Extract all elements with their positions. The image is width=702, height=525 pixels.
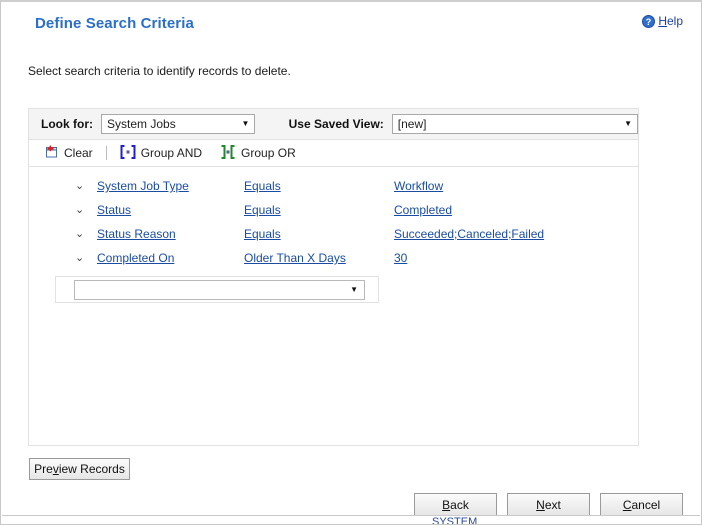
instruction-text: Select search criteria to identify recor… [28, 64, 291, 78]
saved-view-dropdown[interactable]: [new] ▼ [391, 114, 638, 134]
clear-criteria-icon [44, 144, 59, 162]
criteria-operator-link[interactable]: Older Than X Days [244, 251, 346, 265]
back-label-post: ack [450, 497, 469, 512]
criteria-field-link[interactable]: Status [97, 203, 131, 217]
status-bar-user: SYSTEM [432, 516, 478, 524]
next-label-post: ext [544, 497, 561, 512]
cancel-accel-char: C [622, 497, 632, 512]
table-row: ⌄ Completed On Older Than X Days 30 [29, 246, 638, 270]
preview-label-pre: Pre [34, 462, 53, 476]
new-criteria-field-dropdown[interactable]: ▼ [74, 279, 365, 300]
row-chevron-down-icon[interactable]: ⌄ [75, 228, 97, 240]
table-row: ⌄ Status Equals Completed [29, 198, 638, 222]
criteria-operator-link[interactable]: Equals [244, 179, 281, 193]
next-button[interactable]: Next [507, 493, 590, 516]
cancel-label-post: ancel [631, 497, 661, 512]
group-or-brackets-icon [220, 144, 236, 162]
clear-button[interactable]: Clear [40, 143, 97, 163]
criteria-toolbar: Clear Group AND Group OR [29, 140, 638, 167]
criteria-value-link[interactable]: Succeeded;Canceled;Failed [394, 227, 544, 241]
group-and-brackets-icon [120, 144, 136, 162]
criteria-operator-link[interactable]: Equals [244, 203, 281, 217]
toolbar-separator [105, 146, 107, 160]
group-and-label: Group AND [140, 146, 203, 160]
criteria-operator-link[interactable]: Equals [244, 227, 281, 241]
cancel-button[interactable]: Cancel [600, 493, 683, 516]
chevron-down-icon: ▼ [624, 119, 632, 128]
preview-label-post: iew Records [58, 462, 125, 476]
criteria-value-link[interactable]: Completed [394, 203, 452, 217]
next-accel-char: N [536, 497, 545, 512]
back-accel-char: B [442, 497, 451, 512]
help-accel-char: H [658, 14, 667, 28]
help-label-rest: elp [666, 14, 683, 28]
row-chevron-down-icon[interactable]: ⌄ [75, 180, 97, 192]
look-for-dropdown[interactable]: System Jobs ▼ [101, 114, 256, 134]
chevron-down-icon: ▼ [350, 284, 358, 294]
look-for-value: System Jobs [107, 117, 176, 131]
search-criteria-panel: Look for: System Jobs ▼ Use Saved View: … [28, 108, 639, 446]
new-criteria-row-cell: ▼ [55, 276, 379, 303]
page-title: Define Search Criteria [35, 15, 194, 32]
preview-records-button[interactable]: Pre v iew Records [29, 458, 130, 480]
help-circle-icon: ? [642, 14, 656, 28]
criteria-value-link[interactable]: Workflow [394, 179, 443, 193]
clear-label: Clear [64, 146, 93, 160]
group-or-button[interactable]: Group OR [216, 144, 300, 163]
help-link[interactable]: ? Help [642, 14, 683, 28]
help-label: Help [658, 14, 683, 28]
look-for-label: Look for: [41, 117, 93, 131]
criteria-field-link[interactable]: System Job Type [97, 179, 189, 193]
criteria-field-link[interactable]: Status Reason [97, 227, 176, 241]
saved-view-label: Use Saved View: [288, 117, 384, 131]
criteria-rows: ⌄ System Job Type Equals Workflow ⌄ Stat… [29, 167, 638, 303]
chevron-down-icon: ▼ [241, 119, 250, 128]
table-row: ⌄ Status Reason Equals Succeeded;Cancele… [29, 222, 638, 246]
criteria-field-link[interactable]: Completed On [97, 251, 174, 265]
group-and-button[interactable]: Group AND [116, 144, 206, 163]
back-button[interactable]: Back [414, 493, 497, 516]
saved-view-value: [new] [397, 117, 427, 131]
group-or-label: Group OR [241, 146, 296, 160]
svg-text:?: ? [646, 17, 652, 27]
panel-header: Look for: System Jobs ▼ Use Saved View: … [29, 109, 638, 140]
define-search-criteria-window: Define Search Criteria ? Help Select sea… [0, 0, 702, 525]
footer-button-group: Back Next Cancel [414, 493, 683, 516]
criteria-value-link[interactable]: 30 [394, 251, 407, 265]
row-chevron-down-icon[interactable]: ⌄ [75, 204, 97, 216]
table-row: ⌄ System Job Type Equals Workflow [29, 174, 638, 198]
row-chevron-down-icon[interactable]: ⌄ [75, 252, 97, 264]
status-bar: SYSTEM [2, 515, 700, 524]
